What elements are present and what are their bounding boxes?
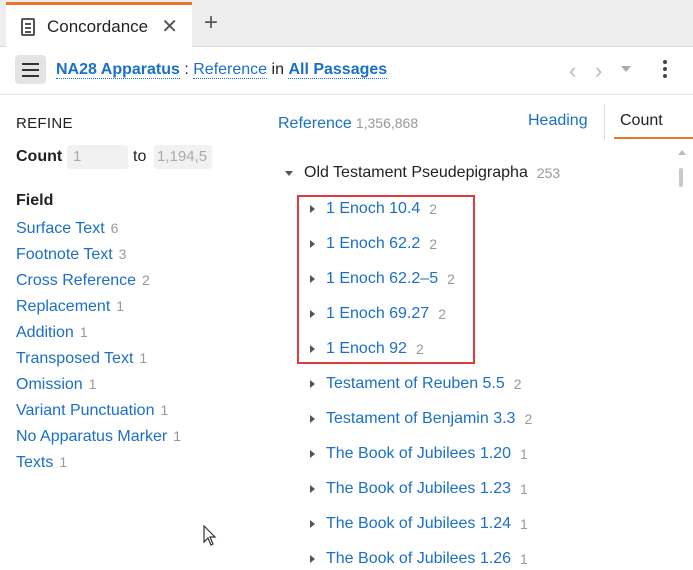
kebab-icon[interactable]	[663, 60, 667, 81]
concordance-icon	[21, 17, 35, 36]
tree-row[interactable]: The Book of Jubilees 1.24 1	[310, 513, 528, 535]
refine-title: REFINE	[16, 115, 73, 132]
field-item[interactable]: Cross Reference 2	[16, 272, 181, 298]
reference-link[interactable]: Testament of Reuben 5.5	[326, 375, 505, 393]
scrollbar-thumb[interactable]	[679, 168, 683, 187]
field-item-count: 1	[160, 402, 169, 418]
field-item-label: Replacement	[16, 298, 111, 315]
reference-link[interactable]: The Book of Jubilees 1.26	[326, 550, 511, 568]
tree-group-row[interactable]: Old Testament Pseudepigrapha 253	[285, 162, 560, 184]
reference-column-label: Reference	[278, 115, 352, 132]
highlight-box	[297, 195, 475, 364]
tab-concordance[interactable]: Concordance ✕	[6, 2, 192, 48]
field-item-count: 2	[142, 272, 150, 288]
field-item[interactable]: Variant Punctuation 1	[16, 402, 181, 428]
field-item-label: Texts	[16, 454, 54, 471]
reference-count: 1	[520, 551, 528, 567]
field-item[interactable]: Texts 1	[16, 454, 181, 480]
reference-link[interactable]: The Book of Jubilees 1.23	[326, 480, 511, 498]
field-item-label: Footnote Text	[16, 246, 113, 263]
field-item[interactable]: Surface Text 6	[16, 220, 181, 246]
tree-row[interactable]: The Book of Jubilees 1.20 1	[310, 443, 528, 465]
collapse-triangle-icon[interactable]	[285, 170, 293, 176]
expand-triangle-icon[interactable]	[310, 415, 315, 423]
reference-count: 2	[513, 376, 522, 392]
tab-bar: Concordance ✕ +	[0, 0, 693, 48]
expand-triangle-icon[interactable]	[310, 555, 315, 563]
count-to-label: to	[133, 148, 147, 165]
tab-title: Concordance	[47, 16, 149, 36]
scope-link[interactable]: All Passages	[288, 61, 388, 79]
field-item-label: Omission	[16, 376, 83, 393]
refine-panel: REFINE Count 1 to 1,194,5 Field Surface …	[0, 96, 250, 570]
close-icon[interactable]: ✕	[161, 14, 178, 39]
field-link[interactable]: Reference	[193, 61, 268, 79]
expand-triangle-icon[interactable]	[310, 450, 315, 458]
field-item-count: 3	[118, 246, 127, 262]
field-item[interactable]: No Apparatus Marker 1	[16, 428, 181, 454]
field-item-label: Transposed Text	[16, 350, 134, 367]
field-item-count: 1	[79, 324, 88, 340]
field-item[interactable]: Omission 1	[16, 376, 181, 402]
hamburger-icon[interactable]	[15, 55, 46, 84]
field-list: Surface Text 6 Footnote Text 3 Cross Refer…	[16, 220, 181, 480]
scroll-up-icon[interactable]	[678, 150, 686, 155]
field-item[interactable]: Replacement 1	[16, 298, 181, 324]
group-label: Old Testament Pseudepigrapha	[304, 164, 528, 181]
reference-count: 1	[520, 516, 528, 532]
field-item[interactable]: Transposed Text 1	[16, 350, 181, 376]
field-item-count: 1	[88, 376, 97, 392]
sort-heading-tab[interactable]: Heading	[528, 112, 588, 130]
field-item-label: No Apparatus Marker	[16, 428, 168, 445]
chevron-left-icon[interactable]: ‹	[569, 58, 576, 84]
sort-count-tab[interactable]: Count	[614, 106, 693, 139]
mouse-cursor-icon	[203, 525, 217, 546]
field-item-count: 6	[110, 220, 119, 236]
group-count: 253	[536, 165, 561, 181]
reference-count: 2	[524, 411, 533, 427]
panel-header: NA28 Apparatus : Reference in All Passag…	[0, 47, 693, 95]
resource-link[interactable]: NA28 Apparatus	[56, 61, 180, 79]
reference-link[interactable]: The Book of Jubilees 1.20	[326, 445, 511, 463]
tab-divider	[604, 104, 605, 140]
breadcrumb-separator: :	[184, 61, 189, 78]
expand-triangle-icon[interactable]	[310, 485, 315, 493]
dropdown-caret-icon[interactable]	[621, 66, 631, 72]
tree-row[interactable]: The Book of Jubilees 1.23 1	[310, 478, 528, 500]
field-item[interactable]: Addition 1	[16, 324, 181, 350]
expand-triangle-icon[interactable]	[310, 520, 315, 528]
field-item-count: 1	[116, 298, 125, 314]
count-min-input[interactable]: 1	[67, 145, 128, 169]
field-item-count: 1	[139, 350, 148, 366]
reference-column-header[interactable]: Reference 1,356,868	[278, 115, 418, 133]
field-item-count: 1	[59, 454, 68, 470]
field-item-count: 1	[173, 428, 181, 444]
reference-link[interactable]: The Book of Jubilees 1.24	[326, 515, 511, 533]
tree-row[interactable]: Testament of Reuben 5.5 2	[310, 373, 522, 395]
tree-row[interactable]: The Book of Jubilees 1.26 1	[310, 548, 528, 570]
count-label: Count	[16, 148, 63, 165]
field-heading: Field	[16, 192, 54, 209]
count-max-input[interactable]: 1,194,5	[154, 145, 212, 169]
tree-row[interactable]: Testament of Benjamin 3.3 2	[310, 408, 532, 430]
reference-count: 1	[520, 446, 528, 462]
breadcrumb-in: in	[271, 61, 284, 78]
field-item-label: Cross Reference	[16, 272, 137, 289]
field-item-label: Addition	[16, 324, 74, 341]
field-item[interactable]: Footnote Text 3	[16, 246, 181, 272]
expand-triangle-icon[interactable]	[310, 380, 315, 388]
add-tab-icon[interactable]: +	[204, 9, 218, 37]
reference-column-count: 1,356,868	[355, 115, 419, 131]
breadcrumb: NA28 Apparatus : Reference in All Passag…	[56, 61, 388, 79]
chevron-right-icon[interactable]: ›	[595, 58, 602, 84]
reference-count: 1	[520, 481, 528, 497]
reference-link[interactable]: Testament of Benjamin 3.3	[326, 410, 515, 428]
field-item-label: Surface Text	[16, 220, 105, 237]
field-item-label: Variant Punctuation	[16, 402, 155, 419]
